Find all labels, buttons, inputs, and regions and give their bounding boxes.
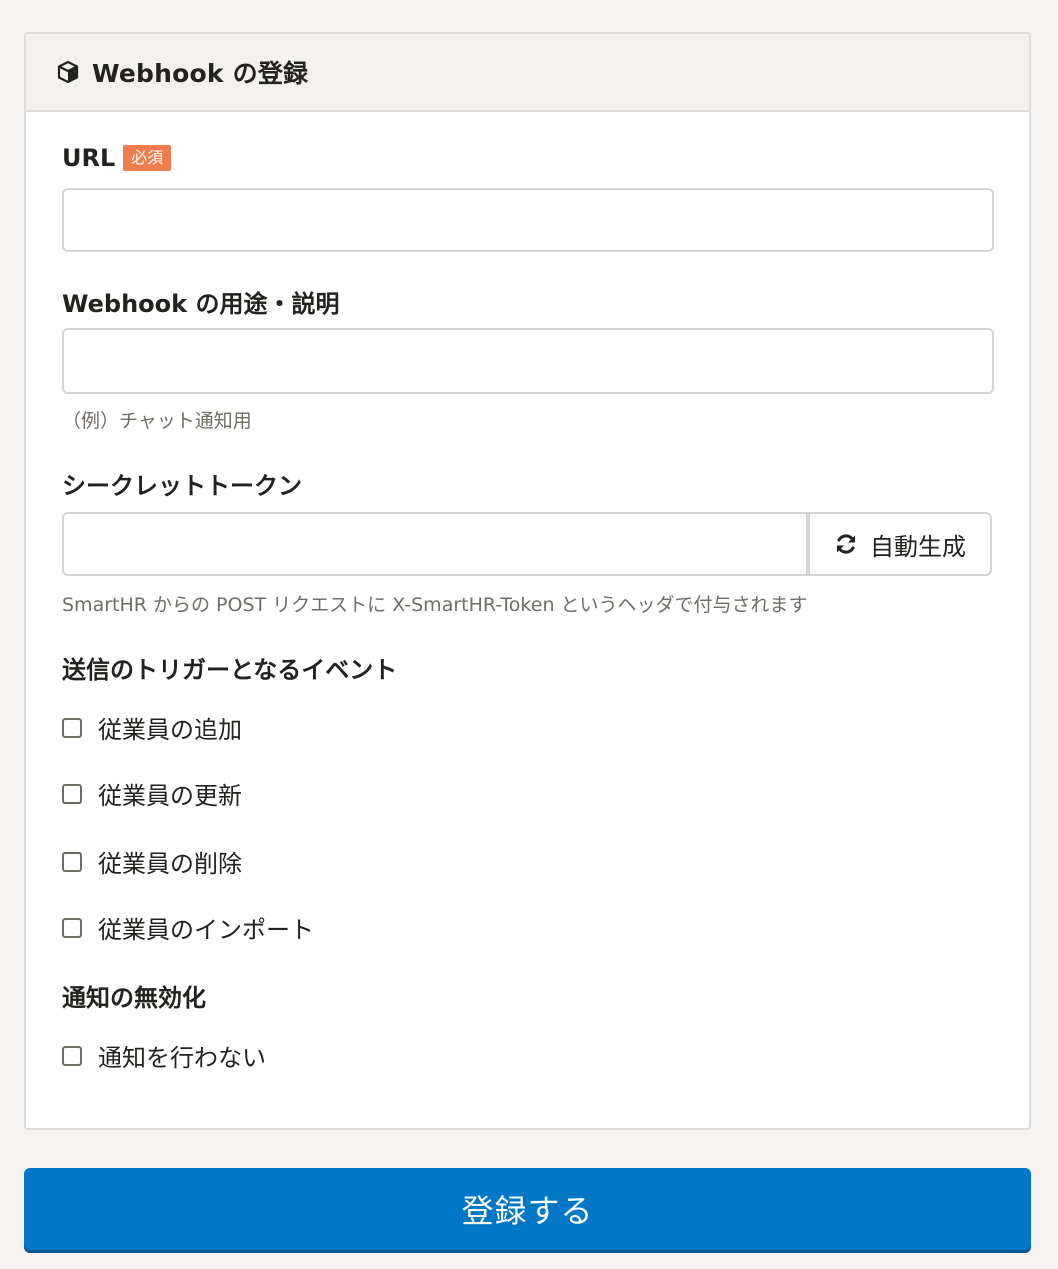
trigger-option-employee-delete[interactable]: 従業員の削除 [62,844,242,879]
disable-notifications-label-text: 通知の無効化 [62,984,206,1012]
checkbox[interactable] [62,851,82,872]
panel-header: Webhook の登録 [26,34,1029,112]
webhook-form-panel: Webhook の登録 URL 必須 Webhook の用途・説明 （例）チャッ… [24,32,1031,1130]
checkbox-label: 従業員の削除 [98,850,242,878]
description-label-text: Webhook の用途・説明 [62,290,340,318]
checkbox[interactable] [62,717,82,738]
checkbox-label: 通知を行わない [98,1044,266,1072]
refresh-icon [834,532,858,556]
disable-notifications-option[interactable]: 通知を行わない [62,1038,266,1073]
url-label: URL 必須 [62,144,172,172]
token-input[interactable] [62,512,808,576]
submit-button[interactable]: 登録する [24,1168,1031,1250]
triggers-label-text: 送信のトリガーとなるイベント [62,656,398,684]
checkbox-label: 従業員の追加 [98,716,242,744]
trigger-option-employee-add[interactable]: 従業員の追加 [62,710,242,745]
checkbox[interactable] [62,917,82,938]
page-title: Webhook の登録 [92,59,309,88]
triggers-label: 送信のトリガーとなるイベント [62,650,397,685]
token-label: シークレットトークン [62,466,302,501]
token-help: SmartHR からの POST リクエストに X-SmartHR-Token … [62,594,808,616]
auto-generate-button[interactable]: 自動生成 [808,512,992,576]
trigger-option-employee-update[interactable]: 従業員の更新 [62,776,242,811]
required-badge: 必須 [123,145,172,171]
url-label-text: URL [62,144,116,172]
description-label: Webhook の用途・説明 [62,284,339,319]
box-icon [56,60,80,84]
checkbox[interactable] [62,783,82,804]
checkbox-label: 従業員のインポート [98,916,314,944]
token-label-text: シークレットトークン [62,472,302,500]
description-input[interactable] [62,328,994,394]
checkbox-label: 従業員の更新 [98,782,242,810]
auto-generate-label: 自動生成 [870,532,966,561]
submit-button-label: 登録する [461,1192,594,1230]
checkbox[interactable] [62,1045,82,1066]
url-input[interactable] [62,188,994,252]
trigger-option-employee-import[interactable]: 従業員のインポート [62,910,314,945]
description-help: （例）チャット通知用 [62,410,252,432]
disable-notifications-label: 通知の無効化 [62,978,206,1013]
